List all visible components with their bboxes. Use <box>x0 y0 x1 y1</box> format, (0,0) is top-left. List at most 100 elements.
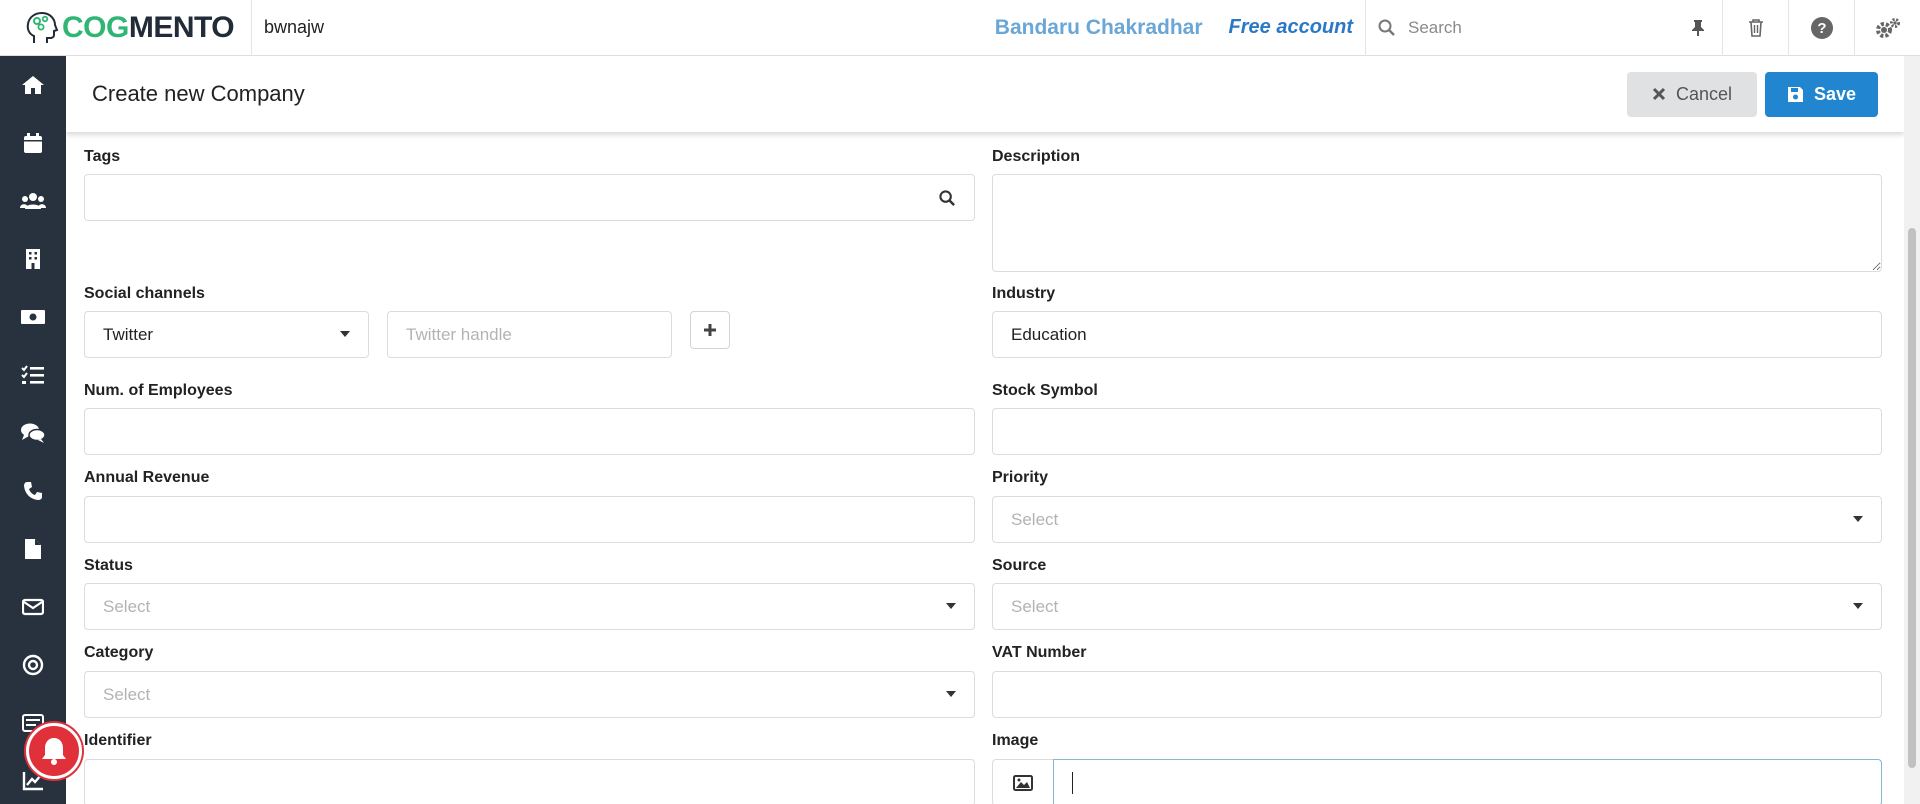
plus-icon <box>704 324 716 336</box>
page-header: Create new Company Cancel Save <box>66 56 1904 132</box>
image-label: Image <box>992 732 1039 749</box>
search-input[interactable] <box>1408 17 1678 38</box>
trash-icon <box>1748 18 1763 37</box>
identifier-label: Identifier <box>84 732 152 749</box>
help-button[interactable]: ? <box>1788 0 1854 56</box>
sidebar-item-documents[interactable] <box>0 520 66 578</box>
industry-label: Industry <box>992 285 1056 302</box>
document-icon <box>25 539 41 559</box>
chat-icon <box>21 423 46 443</box>
settings-button[interactable] <box>1854 0 1920 56</box>
page-title: Create new Company <box>92 81 305 106</box>
chevron-down-icon <box>1853 603 1863 609</box>
trash-button[interactable] <box>1722 0 1788 56</box>
text-cursor <box>1072 771 1073 794</box>
category-label: Category <box>84 644 154 661</box>
sidebar-item-cases[interactable] <box>0 404 66 462</box>
description-textarea[interactable] <box>992 174 1882 272</box>
social-channel-value: Twitter <box>103 324 154 344</box>
source-select[interactable]: Select <box>992 583 1882 630</box>
twitter-handle-input[interactable]: Twitter handle <box>387 311 672 358</box>
chevron-down-icon <box>1853 516 1863 522</box>
sidebar-item-tasks[interactable] <box>0 346 66 404</box>
category-select[interactable]: Select <box>84 671 975 718</box>
annual-revenue-label: Annual Revenue <box>84 469 210 486</box>
sidebar-item-deals[interactable] <box>0 288 66 346</box>
svg-text:?: ? <box>1817 20 1826 37</box>
chevron-down-icon <box>946 603 956 609</box>
deals-icon <box>21 310 45 324</box>
identifier-input[interactable] <box>84 759 975 804</box>
employees-input[interactable] <box>84 408 975 455</box>
priority-label: Priority <box>992 469 1049 486</box>
vat-number-input[interactable] <box>992 671 1882 718</box>
settings-gears-icon <box>1875 17 1900 38</box>
annual-revenue-input[interactable] <box>84 496 975 543</box>
notification-button[interactable] <box>26 723 82 779</box>
help-icon: ? <box>1810 16 1833 39</box>
image-icon <box>1013 774 1033 791</box>
home-icon <box>22 76 44 94</box>
companies-icon <box>26 249 40 269</box>
search-icon <box>939 190 955 206</box>
vat-number-label: VAT Number <box>992 644 1087 661</box>
add-social-channel-button[interactable] <box>690 311 730 349</box>
description-label: Description <box>992 148 1081 165</box>
source-placeholder: Select <box>1011 596 1059 616</box>
tasks-icon <box>21 365 44 384</box>
logo-head-icon <box>26 11 59 43</box>
sidebar-item-companies[interactable] <box>0 230 66 288</box>
close-icon <box>1652 87 1666 101</box>
sidebar-item-email[interactable] <box>0 578 66 636</box>
stock-symbol-input[interactable] <box>992 408 1882 455</box>
logo-text-cog: COG <box>62 10 129 44</box>
tags-input[interactable] <box>84 174 975 221</box>
image-url-input[interactable] <box>1053 759 1882 804</box>
calendar-icon <box>24 133 42 153</box>
twitter-handle-placeholder: Twitter handle <box>406 324 512 344</box>
page-scrollbar[interactable] <box>1904 56 1920 804</box>
save-button-label: Save <box>1813 83 1857 104</box>
account-type[interactable]: Free account <box>1229 16 1353 39</box>
save-icon <box>1787 86 1803 102</box>
chevron-down-icon <box>946 691 956 697</box>
industry-value: Education <box>1011 324 1087 344</box>
target-icon <box>22 654 44 676</box>
user-name[interactable]: Bandaru Chakradhar <box>995 16 1203 40</box>
social-channel-select[interactable]: Twitter <box>84 311 369 358</box>
top-bar: COGMENTO bwnajw Bandaru Chakradhar Free … <box>0 0 1920 56</box>
phone-icon <box>24 482 42 500</box>
save-button[interactable]: Save <box>1765 71 1878 117</box>
industry-input[interactable]: Education <box>992 311 1882 358</box>
sidebar-item-campaigns[interactable] <box>0 636 66 694</box>
social-channels-label: Social channels <box>84 285 205 302</box>
bell-icon <box>42 738 66 765</box>
logo-text-mento: MENTO <box>128 10 235 44</box>
employees-label: Num. of Employees <box>84 382 233 399</box>
pin-icon[interactable] <box>1690 19 1706 37</box>
workspace-name: bwnajw <box>264 17 325 37</box>
priority-select[interactable]: Select <box>992 496 1882 543</box>
sidebar-item-contacts[interactable] <box>0 172 66 230</box>
status-placeholder: Select <box>103 596 151 616</box>
email-icon <box>22 598 44 616</box>
chevron-down-icon <box>340 331 350 337</box>
sidebar-item-calendar[interactable] <box>0 114 66 172</box>
status-label: Status <box>84 557 133 574</box>
sidebar-item-calls[interactable] <box>0 462 66 520</box>
source-label: Source <box>992 557 1047 574</box>
stock-symbol-label: Stock Symbol <box>992 382 1098 399</box>
priority-placeholder: Select <box>1011 509 1059 529</box>
sidebar-item-home[interactable] <box>0 56 66 114</box>
status-select[interactable]: Select <box>84 583 975 630</box>
sidebar <box>0 56 66 804</box>
main-content: Create new Company Cancel Save Tags Soci… <box>66 56 1904 804</box>
cancel-button-label: Cancel <box>1675 83 1733 104</box>
search-icon <box>1378 19 1395 36</box>
scrollbar-thumb[interactable] <box>1908 228 1916 768</box>
image-upload-button[interactable] <box>992 759 1054 804</box>
cancel-button[interactable]: Cancel <box>1627 71 1757 117</box>
contacts-icon <box>20 193 46 209</box>
search-box <box>1365 0 1722 56</box>
logo[interactable]: COGMENTO <box>0 0 252 56</box>
